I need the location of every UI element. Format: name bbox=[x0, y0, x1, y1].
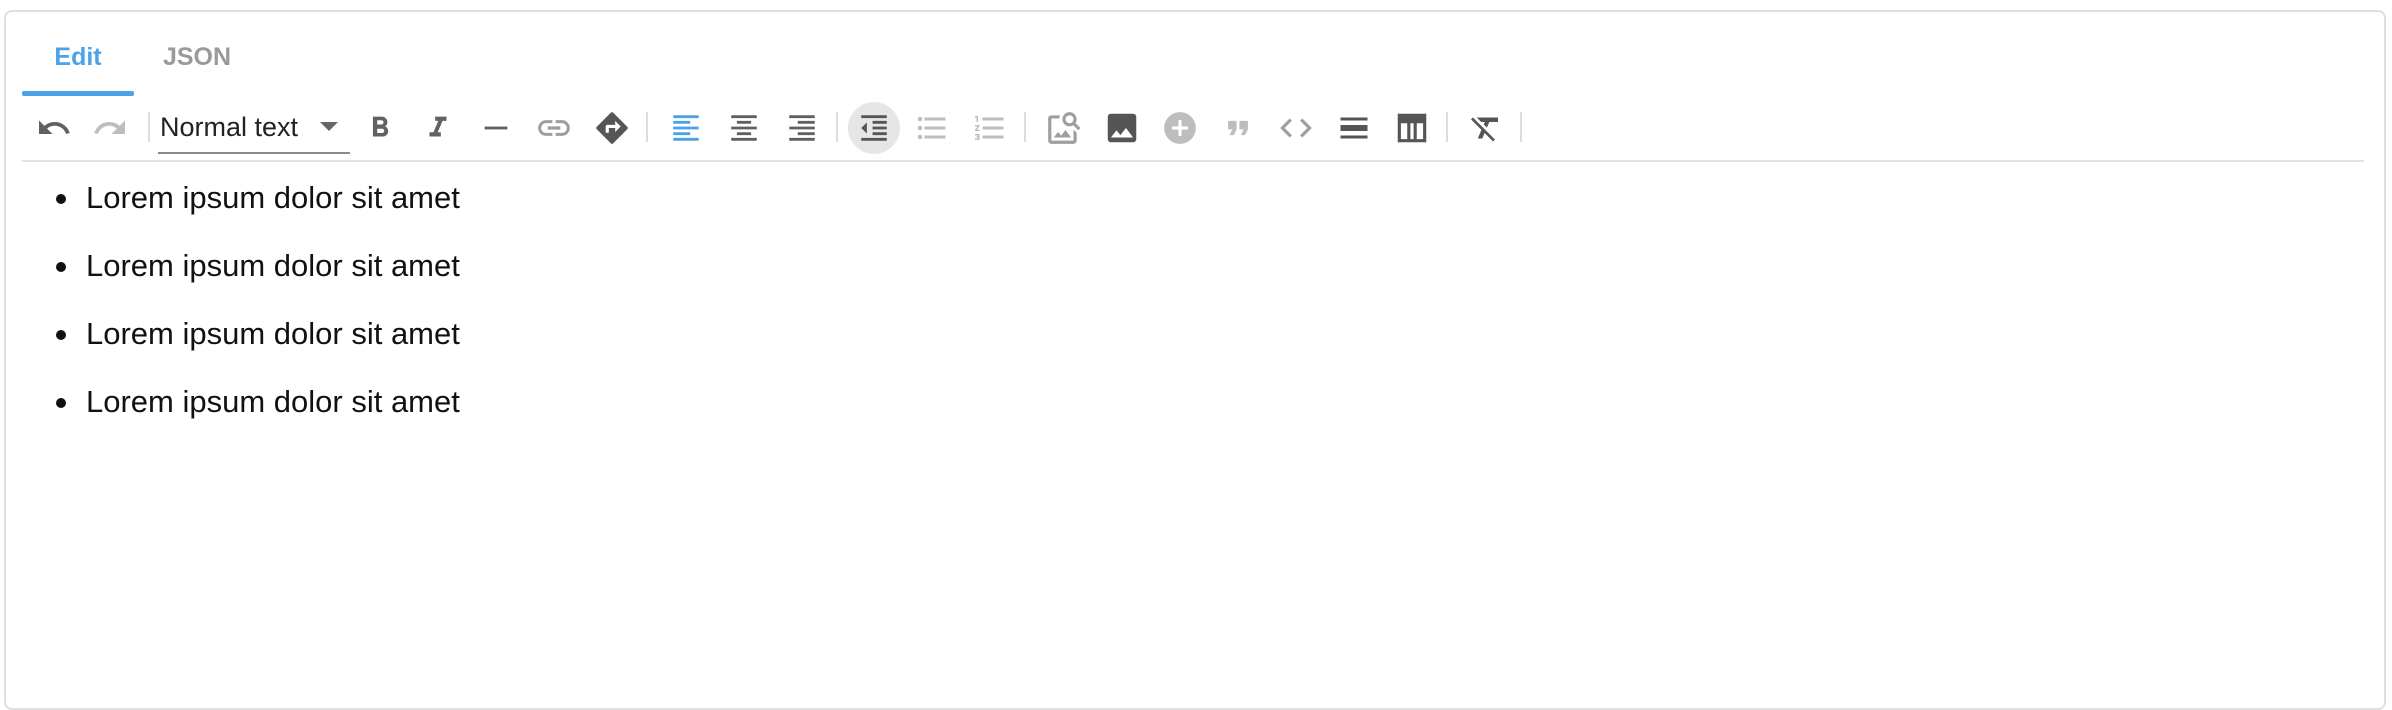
highlight-icon bbox=[596, 112, 628, 144]
list-item[interactable]: Lorem ipsum dolor sit amet bbox=[56, 180, 2322, 248]
redo-icon bbox=[94, 120, 125, 134]
list-item[interactable]: Lorem ipsum dolor sit amet bbox=[56, 248, 2322, 316]
list-item-text: Lorem ipsum dolor sit amet bbox=[86, 384, 460, 419]
bold-icon bbox=[372, 116, 389, 137]
toolbar-separator bbox=[836, 112, 838, 142]
toolbar-separator bbox=[1024, 112, 1026, 142]
add-icon bbox=[1164, 112, 1196, 144]
editor-toolbar: Normal text bbox=[22, 94, 2364, 162]
image-button[interactable] bbox=[1098, 104, 1146, 152]
toolbar-separator bbox=[1446, 112, 1448, 142]
ordered-list-button[interactable] bbox=[966, 104, 1014, 152]
align-right-button[interactable] bbox=[778, 104, 826, 152]
code-button[interactable] bbox=[1272, 104, 1320, 152]
toolbar-separator bbox=[148, 112, 150, 142]
image-search-button[interactable] bbox=[1040, 104, 1088, 152]
align-center-icon bbox=[731, 115, 757, 141]
bullet-icon bbox=[56, 262, 66, 272]
redo-button[interactable] bbox=[86, 104, 134, 152]
table-button[interactable] bbox=[1388, 104, 1436, 152]
bullet-icon bbox=[56, 330, 66, 340]
quote-button[interactable] bbox=[1214, 104, 1262, 152]
list-item[interactable]: Lorem ipsum dolor sit amet bbox=[56, 316, 2322, 384]
ordered-list-icon bbox=[975, 116, 1004, 140]
editor-tabs: Edit JSON bbox=[22, 20, 260, 96]
editor-content[interactable]: Lorem ipsum dolor sit amet Lorem ipsum d… bbox=[22, 180, 2322, 452]
code-icon bbox=[1280, 118, 1312, 138]
toolbar-separator bbox=[1520, 112, 1522, 142]
bullet-list: Lorem ipsum dolor sit amet Lorem ipsum d… bbox=[22, 180, 2322, 452]
chevron-down-icon bbox=[320, 122, 338, 131]
italic-button[interactable] bbox=[414, 104, 462, 152]
text-style-select[interactable]: Normal text bbox=[158, 102, 350, 154]
link-icon bbox=[538, 120, 570, 136]
text-style-value: Normal text bbox=[160, 112, 299, 142]
toolbar-separator bbox=[646, 112, 648, 142]
bullet-icon bbox=[56, 398, 66, 408]
italic-icon bbox=[429, 116, 447, 137]
image-icon bbox=[1107, 113, 1137, 143]
align-left-icon bbox=[673, 115, 699, 141]
divider-icon bbox=[1340, 117, 1368, 139]
clear-format-button[interactable] bbox=[1462, 104, 1510, 152]
divider-button[interactable] bbox=[1330, 104, 1378, 152]
outdent-icon bbox=[861, 115, 887, 141]
align-center-button[interactable] bbox=[720, 104, 768, 152]
horizontal-rule-icon bbox=[484, 126, 508, 130]
tab-json[interactable]: JSON bbox=[134, 20, 260, 94]
quote-icon bbox=[1228, 120, 1248, 136]
outdent-button[interactable] bbox=[848, 102, 900, 154]
undo-button[interactable] bbox=[30, 104, 78, 152]
image-search-icon bbox=[1048, 112, 1081, 144]
clear-format-icon bbox=[1471, 117, 1498, 142]
highlight-button[interactable] bbox=[588, 104, 636, 152]
list-item-text: Lorem ipsum dolor sit amet bbox=[86, 248, 460, 283]
tab-edit[interactable]: Edit bbox=[22, 20, 134, 96]
table-icon bbox=[1397, 113, 1427, 143]
list-item-text: Lorem ipsum dolor sit amet bbox=[86, 180, 460, 215]
align-left-button[interactable] bbox=[662, 104, 710, 152]
link-button[interactable] bbox=[530, 104, 578, 152]
bullet-list-icon bbox=[917, 116, 946, 140]
add-button[interactable] bbox=[1156, 104, 1204, 152]
align-right-icon bbox=[789, 115, 815, 141]
list-item[interactable]: Lorem ipsum dolor sit amet bbox=[56, 384, 2322, 452]
list-item-text: Lorem ipsum dolor sit amet bbox=[86, 316, 460, 351]
bold-button[interactable] bbox=[356, 104, 404, 152]
undo-icon bbox=[39, 120, 70, 134]
bullet-icon bbox=[56, 194, 66, 204]
horizontal-rule-button[interactable] bbox=[472, 104, 520, 152]
bullet-list-button[interactable] bbox=[908, 104, 956, 152]
